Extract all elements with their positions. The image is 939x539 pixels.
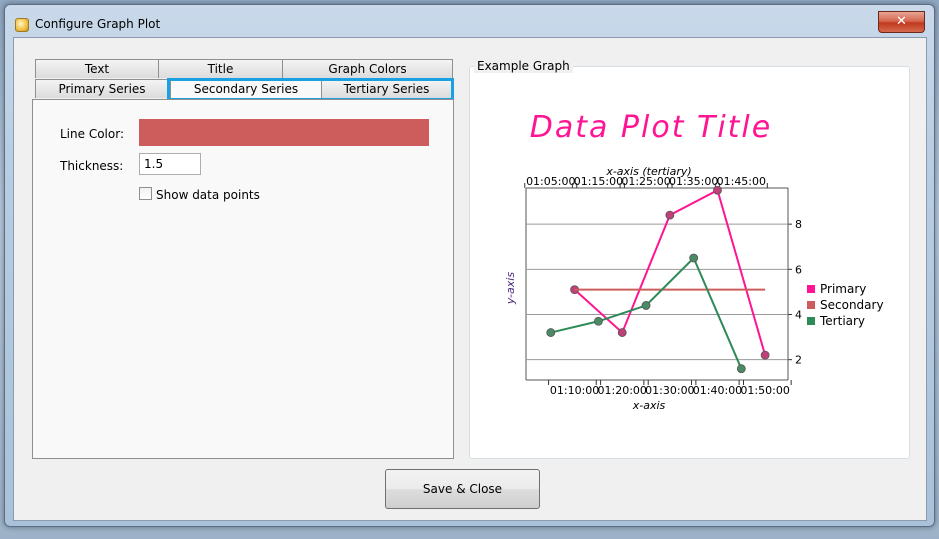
y-tick-label: 8 xyxy=(795,218,802,231)
data-point-tertiary xyxy=(594,316,603,326)
x-tick-label: 01:10:00 xyxy=(550,384,599,397)
chart-title: Data Plot Title xyxy=(530,110,772,145)
thickness-label: Thickness: xyxy=(60,159,124,173)
y-tick-label: 4 xyxy=(795,308,802,321)
legend-label-primary: Primary xyxy=(820,282,866,296)
data-point-primary xyxy=(665,210,675,220)
secondary-series-panel: Line Color: Thickness: Show data points xyxy=(32,99,454,459)
show-data-points-label[interactable]: Show data points xyxy=(156,188,260,202)
save-close-button[interactable]: Save & Close xyxy=(385,469,540,509)
tab-primary-series[interactable]: Primary Series xyxy=(35,79,169,98)
y-tick-label: 2 xyxy=(795,354,802,367)
data-point-primary xyxy=(760,350,770,360)
data-point-primary xyxy=(713,185,722,195)
chart-plot-layer: 2 4 6 8 01:10:0001:20:0001:30:0001:40:0001:5… xyxy=(524,175,884,397)
tab-graph-colors[interactable]: Graph Colors xyxy=(282,59,453,78)
x-axis-label: x-axis xyxy=(632,399,666,412)
close-button[interactable]: ✕ xyxy=(878,11,925,33)
show-data-points-checkbox[interactable] xyxy=(139,187,152,200)
example-chart: Data Plot Title x-axis (tertiary) x-axis… xyxy=(504,110,884,412)
dialog-window: Configure Graph Plot ✕ Text Title Graph … xyxy=(4,4,935,527)
line-color-swatch[interactable] xyxy=(139,119,429,146)
tab-text[interactable]: Text xyxy=(35,59,159,78)
y-axis-label: y-axis xyxy=(504,272,517,305)
x2-tick-label: 01:45:00 xyxy=(717,175,766,188)
legend-swatch-tertiary xyxy=(807,317,815,325)
x2-tick-label: 01:05:00 xyxy=(526,175,575,188)
legend-label-secondary: Secondary xyxy=(820,298,884,312)
legend-label-tertiary: Tertiary xyxy=(819,314,865,328)
x-tick-label: 01:20:00 xyxy=(598,384,647,397)
data-point-tertiary xyxy=(736,364,746,374)
data-point-tertiary xyxy=(689,253,699,263)
tab-title[interactable]: Title xyxy=(158,59,283,78)
data-point-tertiary xyxy=(546,328,556,337)
x-tick-label: 01:50:00 xyxy=(740,384,789,397)
legend-swatch-secondary xyxy=(807,301,815,309)
data-point-tertiary xyxy=(641,301,651,310)
dialog-client-area: Text Title Graph Colors Primary Series S… xyxy=(13,37,927,521)
x2-tick-label: 01:25:00 xyxy=(621,175,670,188)
x-tick-label: 01:30:00 xyxy=(645,384,694,397)
app-icon xyxy=(15,18,29,32)
x2-tick-label: 01:15:00 xyxy=(574,175,623,188)
window-title: Configure Graph Plot xyxy=(35,17,161,31)
x2-tick-label: 01:35:00 xyxy=(669,175,718,188)
tab-highlight-frame xyxy=(167,78,454,101)
thickness-input[interactable] xyxy=(139,153,201,175)
legend-swatch-primary xyxy=(807,285,815,293)
data-point-primary xyxy=(617,328,627,337)
title-bar[interactable]: Configure Graph Plot ✕ xyxy=(5,5,934,37)
x-tick-label: 01:40:00 xyxy=(693,384,742,397)
y-tick-label: 6 xyxy=(795,263,802,276)
line-color-label: Line Color: xyxy=(60,127,124,141)
